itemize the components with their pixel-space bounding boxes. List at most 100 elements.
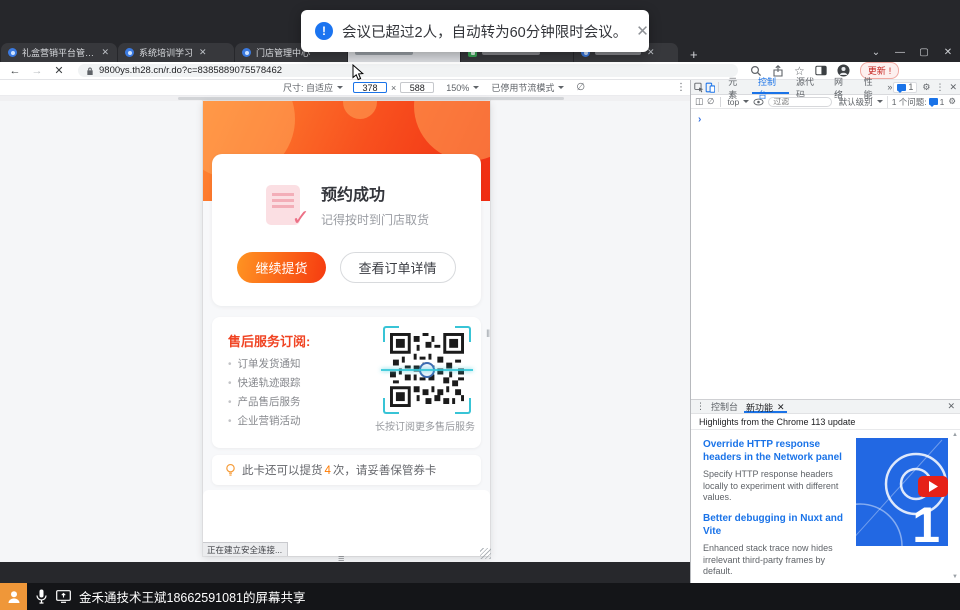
device-toolbar-icon[interactable] bbox=[705, 82, 715, 93]
inspect-icon[interactable] bbox=[694, 82, 704, 93]
menu-chevron-icon[interactable]: ⌄ bbox=[864, 47, 888, 58]
list-item: •快递轨迹跟踪 bbox=[228, 374, 301, 393]
issues-count: 1 bbox=[940, 97, 945, 107]
chevron-down-icon bbox=[558, 86, 564, 89]
subscribe-list: •订单发货通知 •快递轨迹跟踪 •产品售后服务 •企业营销活动 bbox=[228, 355, 301, 431]
device-toolbar-menu-icon[interactable]: ⋮ bbox=[676, 82, 686, 93]
lock-icon bbox=[86, 66, 94, 76]
tab-close-icon[interactable]: ✕ bbox=[100, 47, 110, 58]
issues-badge[interactable]: 1 bbox=[893, 82, 917, 93]
scroll-down-icon[interactable]: ▼ bbox=[952, 574, 958, 580]
console-settings-gear-icon[interactable]: ⚙ bbox=[948, 96, 956, 107]
console-filter-input[interactable] bbox=[768, 97, 832, 107]
eye-icon[interactable] bbox=[753, 98, 764, 106]
document-check-icon: ✓ bbox=[264, 183, 308, 227]
window-controls: ⌄ — ▢ ✕ bbox=[864, 42, 960, 62]
info-icon: ! bbox=[315, 22, 333, 40]
tab-close-icon[interactable]: ✕ bbox=[198, 47, 208, 58]
resize-handle-corner[interactable] bbox=[480, 548, 491, 559]
issues-counter[interactable]: 1 个问题: 1 bbox=[887, 96, 945, 108]
devtools-panel: 元素 控制台 源代码 网络 性能 » 1 ⚙ ⋮ ✕ ◫ ∅ top bbox=[690, 80, 960, 583]
tab-network[interactable]: 网络 bbox=[828, 80, 857, 94]
screen-share-icon bbox=[56, 590, 71, 603]
qr-code[interactable] bbox=[383, 326, 471, 414]
tab-console[interactable]: 控制台 bbox=[752, 80, 789, 94]
tab-close-icon[interactable]: ✕ bbox=[777, 402, 785, 413]
issues-label: 1 个问题: bbox=[892, 96, 927, 108]
meeting-toast: ! 会议已超过2人，自动转为60分钟限时会议。 ✕ bbox=[301, 10, 649, 52]
size-label: 尺寸: 自适应 bbox=[283, 81, 333, 94]
new-tab-button[interactable]: + bbox=[686, 47, 702, 62]
notice-text: 此卡还可以提货4次，请妥善保管券卡 bbox=[242, 462, 436, 478]
devtools-tabbar: 元素 控制台 源代码 网络 性能 » 1 ⚙ ⋮ ✕ bbox=[691, 80, 960, 95]
console-sidebar-icon[interactable]: ◫ bbox=[695, 96, 703, 107]
drawer-menu-icon[interactable]: ⋮ bbox=[696, 401, 705, 412]
emulated-viewport: ✓ 预约成功 记得按时到门店取货 继续提货 查看订单详情 售后服务订阅: •订单… bbox=[0, 101, 690, 562]
drawer-tabbar: ⋮ 控制台 新功能 ✕ ✕ bbox=[691, 400, 960, 414]
back-button[interactable]: ← bbox=[4, 65, 26, 77]
list-item: •产品售后服务 bbox=[228, 393, 301, 412]
stop-button[interactable]: ✕ bbox=[48, 64, 70, 77]
toast-close-icon[interactable]: ✕ bbox=[636, 22, 649, 40]
console-prompt[interactable]: › bbox=[698, 114, 701, 125]
drawer-scrollbar[interactable]: ▲ ▼ bbox=[951, 432, 959, 580]
whatsnew-link[interactable]: Override HTTP response headers in the Ne… bbox=[703, 438, 853, 464]
bullet-icon: • bbox=[228, 355, 232, 374]
tab-elements[interactable]: 元素 bbox=[722, 80, 751, 94]
zoom-select[interactable]: 150% bbox=[446, 83, 479, 93]
resize-handle-right[interactable]: ‖ bbox=[486, 329, 490, 340]
mouse-cursor bbox=[352, 64, 364, 81]
tab-performance[interactable]: 性能 bbox=[858, 80, 887, 94]
drawer-tab-whatsnew[interactable]: 新功能 ✕ bbox=[744, 400, 787, 413]
minimize-button[interactable]: — bbox=[888, 47, 912, 58]
tab-sources[interactable]: 源代码 bbox=[790, 80, 827, 94]
below-viewport-area bbox=[0, 562, 690, 583]
scroll-up-icon[interactable]: ▲ bbox=[952, 432, 958, 438]
whatsnew-content: Override HTTP response headers in the Ne… bbox=[691, 430, 960, 583]
person-icon bbox=[6, 589, 22, 605]
console-output[interactable]: › bbox=[691, 109, 960, 399]
viewport-height-input[interactable] bbox=[400, 82, 434, 93]
tab-title: 系统培训学习 bbox=[139, 46, 193, 59]
log-level-selector[interactable]: 默认级别 bbox=[839, 96, 873, 108]
throttle-label: 已停用节流模式 bbox=[491, 81, 554, 94]
success-title: 预约成功 bbox=[321, 181, 429, 205]
more-tabs-icon[interactable]: » bbox=[887, 82, 892, 92]
bullet-icon: • bbox=[228, 374, 232, 393]
whatsnew-link[interactable]: Better debugging in Nuxt and Vite bbox=[703, 512, 853, 538]
success-subtitle: 记得按时到门店取货 bbox=[321, 211, 429, 228]
screen: 礼盒营销平台管理中心 ✕ 系统培训学习 ✕ 门店管理中心 ✕ + ⌄ — ▢ bbox=[0, 0, 960, 610]
chevron-down-icon bbox=[743, 100, 749, 103]
context-selector[interactable]: top bbox=[727, 97, 739, 107]
devtools-close-icon[interactable]: ✕ bbox=[949, 82, 957, 93]
after-sales-card: 售后服务订阅: •订单发货通知 •快递轨迹跟踪 •产品售后服务 •企业营销活动 bbox=[212, 317, 481, 448]
browser-tab-1[interactable]: 礼盒营销平台管理中心 ✕ bbox=[1, 43, 117, 62]
continue-pickup-button[interactable]: 继续提货 bbox=[237, 252, 325, 283]
svg-text:1: 1 bbox=[912, 497, 940, 546]
tab-title: 礼盒营销平台管理中心 bbox=[22, 46, 95, 59]
throttle-select[interactable]: 已停用节流模式 bbox=[491, 81, 564, 94]
console-toolbar: ◫ ∅ top 默认级别 1 个问题: 1 ⚙ bbox=[691, 95, 960, 109]
clear-console-icon[interactable]: ∅ bbox=[707, 96, 714, 107]
qr-scan-line bbox=[381, 369, 473, 371]
chevron-down-icon bbox=[473, 86, 479, 89]
forward-button[interactable]: → bbox=[26, 65, 48, 77]
drawer-tab-console[interactable]: 控制台 bbox=[711, 400, 738, 413]
message-icon bbox=[929, 98, 938, 105]
scrollbar-thumb[interactable] bbox=[178, 97, 564, 100]
view-order-button[interactable]: 查看订单详情 bbox=[340, 252, 456, 283]
mobile-page: ✓ 预约成功 记得按时到门店取货 继续提货 查看订单详情 售后服务订阅: •订单… bbox=[203, 101, 490, 556]
issues-count: 1 bbox=[908, 82, 913, 92]
share-text: 金禾通技术王斌18662591081的屏幕共享 bbox=[79, 587, 305, 606]
browser-tab-2[interactable]: 系统培训学习 ✕ bbox=[118, 43, 234, 62]
whatsnew-artwork: 1 bbox=[856, 438, 948, 546]
maximize-button[interactable]: ▢ bbox=[912, 47, 936, 58]
device-size-select[interactable]: 尺寸: 自适应 bbox=[283, 81, 343, 94]
close-window-button[interactable]: ✕ bbox=[936, 47, 960, 58]
address-bar[interactable]: 9800ys.th28.cn/r.do?c=8385889075578462 bbox=[78, 64, 738, 77]
settings-gear-icon[interactable]: ⚙ bbox=[922, 82, 930, 93]
viewport-width-input[interactable] bbox=[353, 82, 387, 93]
qr-caption: 长按订阅更多售后服务 bbox=[375, 418, 475, 433]
drawer-close-icon[interactable]: ✕ bbox=[947, 401, 955, 412]
devtools-menu-icon[interactable]: ⋮ bbox=[935, 82, 944, 93]
